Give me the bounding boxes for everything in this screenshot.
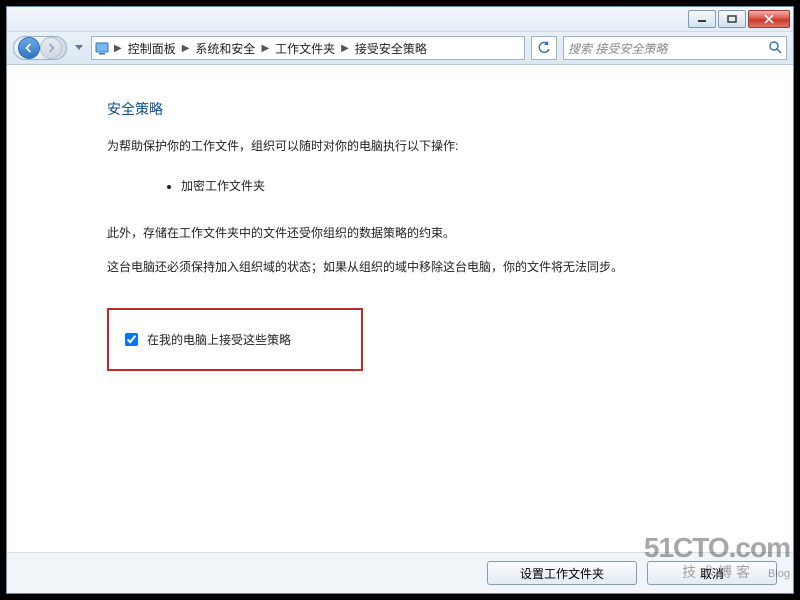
button-bar: 设置工作文件夹 取消 [7, 552, 793, 593]
breadcrumb-item[interactable]: 控制面板 [124, 40, 180, 57]
close-button[interactable] [748, 10, 790, 28]
chevron-right-icon: ▶ [259, 43, 271, 54]
cancel-button[interactable]: 取消 [647, 561, 777, 585]
accept-policy-checkbox[interactable] [125, 333, 138, 346]
policy-text: 这台电脑还必须保持加入组织域的状态；如果从组织的域中移除这台电脑，你的文件将无法… [107, 258, 793, 276]
window: ▶ 控制面板 ▶ 系统和安全 ▶ 工作文件夹 ▶ 接受安全策略 搜索 接受安全策… [6, 6, 794, 594]
policy-list-item: 加密工作文件夹 [181, 177, 793, 196]
content-area: 安全策略 为帮助保护你的工作文件，组织可以随时对你的电脑执行以下操作: 加密工作… [7, 65, 793, 552]
breadcrumb-item[interactable]: 工作文件夹 [271, 40, 339, 57]
chevron-right-icon: ▶ [112, 43, 124, 54]
history-dropdown[interactable] [73, 39, 85, 57]
accept-policy-text: 在我的电脑上接受这些策略 [147, 331, 291, 348]
minimize-button[interactable] [688, 10, 716, 28]
refresh-button[interactable] [531, 36, 557, 60]
breadcrumb-item[interactable]: 系统和安全 [191, 40, 259, 57]
chevron-right-icon: ▶ [339, 43, 351, 54]
accept-policy-label[interactable]: 在我的电脑上接受这些策略 [121, 330, 291, 349]
maximize-button[interactable] [718, 10, 746, 28]
search-placeholder: 搜索 接受安全策略 [568, 40, 667, 57]
back-button[interactable] [18, 37, 40, 59]
titlebar [7, 7, 793, 32]
search-input[interactable]: 搜索 接受安全策略 [563, 36, 787, 60]
policy-text: 此外，存储在工作文件夹中的文件还受你组织的数据策略的约束。 [107, 224, 793, 242]
breadcrumb[interactable]: ▶ 控制面板 ▶ 系统和安全 ▶ 工作文件夹 ▶ 接受安全策略 [91, 36, 525, 60]
control-panel-icon [92, 41, 112, 55]
setup-workfolder-button[interactable]: 设置工作文件夹 [487, 561, 637, 585]
address-bar: ▶ 控制面板 ▶ 系统和安全 ▶ 工作文件夹 ▶ 接受安全策略 搜索 接受安全策… [7, 32, 793, 65]
accept-policy-highlight: 在我的电脑上接受这些策略 [107, 308, 363, 371]
forward-button[interactable] [40, 37, 62, 59]
search-icon [768, 40, 782, 57]
breadcrumb-item[interactable]: 接受安全策略 [351, 40, 431, 57]
intro-text: 为帮助保护你的工作文件，组织可以随时对你的电脑执行以下操作: [107, 137, 793, 155]
nav-back-forward [13, 36, 67, 60]
policy-list: 加密工作文件夹 [127, 177, 793, 196]
page-heading: 安全策略 [107, 99, 793, 119]
chevron-right-icon: ▶ [180, 43, 192, 54]
